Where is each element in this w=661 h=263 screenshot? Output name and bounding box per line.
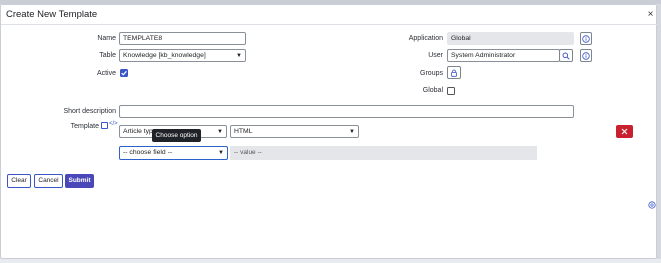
- choose-field-select[interactable]: -- choose field -- ▼: [119, 146, 228, 160]
- close-icon[interactable]: ×: [646, 10, 655, 20]
- clear-button[interactable]: Clear: [7, 174, 31, 188]
- table-select-value: Knowledge [kb_knowledge]: [123, 52, 206, 59]
- choose-option-tooltip: Choose option: [152, 129, 201, 142]
- groups-label: Groups: [420, 70, 443, 77]
- remove-condition-button[interactable]: [616, 125, 633, 138]
- title-divider: [1, 24, 658, 25]
- table-select[interactable]: Knowledge [kb_knowledge] ▼: [119, 49, 246, 62]
- close-icon: [621, 128, 628, 135]
- user-info-button[interactable]: [580, 49, 592, 62]
- global-label: Global: [422, 87, 443, 94]
- choose-field-value: -- choose field --: [123, 149, 173, 156]
- user-input[interactable]: System Administrator: [447, 49, 560, 62]
- template-toggle-icon[interactable]: [101, 122, 108, 129]
- user-search-button[interactable]: [559, 49, 573, 62]
- info-icon: [582, 51, 590, 60]
- user-label: User: [428, 52, 443, 59]
- scrollbar[interactable]: [657, 4, 661, 259]
- application-info-button[interactable]: [580, 32, 592, 45]
- lock-icon: [451, 69, 457, 77]
- code-view-icon[interactable]: </>: [109, 121, 118, 127]
- cancel-button[interactable]: Cancel: [34, 174, 63, 188]
- active-checkbox[interactable]: [120, 69, 128, 77]
- chevron-down-icon: ▼: [218, 150, 224, 156]
- checkmark-icon: [121, 70, 127, 76]
- short-description-label: Short description: [63, 108, 116, 115]
- template-value-select[interactable]: HTML ▼: [230, 125, 359, 138]
- application-label: Application: [408, 35, 443, 42]
- global-checkbox[interactable]: [447, 87, 455, 95]
- submit-button[interactable]: Submit: [65, 174, 94, 188]
- create-template-dialog: Create New Template × Name TEMPLATE8 Tab…: [0, 4, 658, 259]
- template-label: Template: [70, 123, 99, 130]
- template-value-value: HTML: [234, 128, 253, 135]
- template-field-value: Article typ: [123, 128, 153, 135]
- chevron-down-icon: ▼: [349, 129, 355, 135]
- short-description-input[interactable]: [119, 105, 574, 118]
- table-label: Table: [99, 52, 116, 59]
- name-input[interactable]: TEMPLATE8: [119, 32, 246, 45]
- condition-value-field[interactable]: -- value --: [230, 146, 537, 160]
- info-icon: [582, 34, 590, 43]
- name-label: Name: [97, 35, 116, 42]
- application-field: Global: [447, 32, 574, 45]
- active-label: Active: [96, 70, 116, 77]
- groups-lock-button[interactable]: [447, 66, 461, 79]
- chevron-down-icon: ▼: [236, 53, 242, 59]
- dialog-title: Create New Template: [6, 9, 98, 20]
- search-icon: [562, 52, 570, 60]
- chevron-down-icon: ▼: [217, 129, 223, 135]
- help-icon[interactable]: [648, 201, 656, 209]
